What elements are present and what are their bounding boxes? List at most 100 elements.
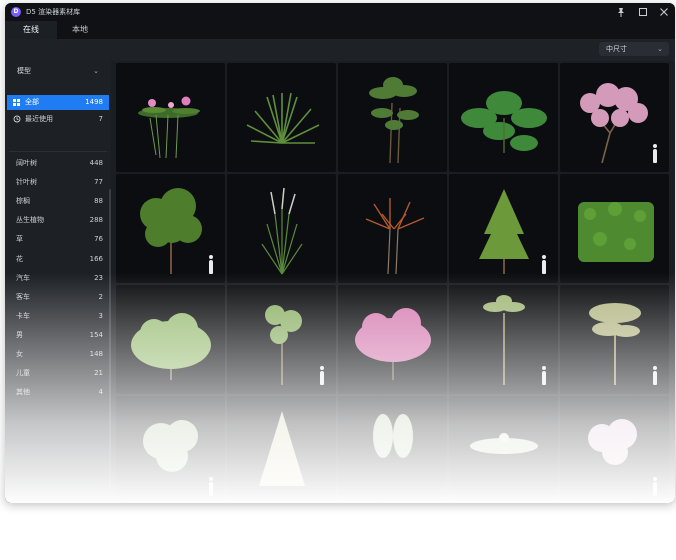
- grid-icon: [13, 95, 20, 112]
- sidebar-item-category[interactable]: 其他 4: [7, 385, 109, 400]
- sidebar-item-count: 21: [94, 369, 103, 378]
- thumbnail-size-value: 中尺寸: [606, 45, 627, 53]
- asset-tile-faded-tree-1[interactable]: [116, 396, 225, 503]
- sidebar-scrollbar[interactable]: [109, 189, 111, 489]
- sidebar: 模型 ⌄ 全部 1498 最近使用 7 阔叶树 448 针叶树 77 棕榈 88 丛生植物 2…: [5, 61, 111, 503]
- human-scale-icon: [542, 255, 546, 274]
- asset-tile-pink-flower-shrub[interactable]: [338, 285, 447, 394]
- sidebar-item-category[interactable]: 花 166: [7, 252, 109, 267]
- tab-bar: 在线 本地: [5, 21, 675, 39]
- asset-tile-monstera[interactable]: [449, 63, 558, 172]
- sidebar-item-category[interactable]: 客车 2: [7, 290, 109, 305]
- faded-pine-thumbnail: [259, 411, 305, 486]
- app-title: D5 渲染器素材库: [26, 8, 81, 16]
- asset-grid: [113, 61, 673, 503]
- asset-tile-conifer-tree[interactable]: [449, 174, 558, 283]
- asset-type-select[interactable]: 模型 ⌄: [9, 63, 107, 79]
- asset-tile-palm-plant[interactable]: [338, 63, 447, 172]
- sidebar-item-label: 丛生植物: [16, 216, 44, 225]
- sidebar-item-category[interactable]: 女 148: [7, 347, 109, 362]
- sidebar-item-count: 4: [98, 388, 103, 397]
- sidebar-item-label: 花: [16, 254, 23, 263]
- human-scale-icon: [209, 477, 213, 496]
- faded-lily-thumbnail: [470, 433, 538, 454]
- title-bar: D D5 渲染器素材库: [5, 3, 675, 21]
- asset-tile-red-cordyline[interactable]: [338, 174, 447, 283]
- sidebar-item-category[interactable]: 针叶树 77: [7, 175, 109, 190]
- sidebar-item-count: 448: [89, 159, 103, 167]
- sidebar-item-recent[interactable]: 最近使用 7: [7, 112, 109, 127]
- sidebar-item-label: 棕榈: [16, 197, 30, 206]
- asset-tile-round-shrub[interactable]: [116, 285, 225, 394]
- sidebar-item-category[interactable]: 棕榈 88: [7, 194, 109, 209]
- sidebar-item-count: 76: [94, 235, 103, 244]
- human-scale-icon: [653, 477, 657, 496]
- sidebar-item-label: 儿童: [16, 369, 30, 378]
- toolbar: 中尺寸 ⌄: [5, 39, 675, 61]
- sidebar-item-label: 其他: [16, 388, 30, 397]
- hedge-thumbnail: [578, 202, 654, 262]
- asset-tile-ornamental-grass[interactable]: [227, 174, 336, 283]
- app-logo-icon: D: [11, 7, 21, 17]
- asset-tile-water-lily[interactable]: [116, 63, 225, 172]
- asset-tile-hedge[interactable]: [560, 174, 669, 283]
- sidebar-item-category[interactable]: 儿童 21: [7, 366, 109, 381]
- sidebar-item-label: 男: [16, 330, 23, 339]
- pin-icon[interactable]: [614, 5, 628, 19]
- asset-tile-faded-lily[interactable]: [449, 396, 558, 503]
- sidebar-item-label: 草: [16, 235, 23, 244]
- agave-grass-thumbnail: [246, 92, 320, 144]
- sidebar-item-category[interactable]: 草 76: [7, 232, 109, 247]
- sidebar-item-count: 7: [98, 115, 103, 123]
- asset-tile-faded-blossom[interactable]: [560, 396, 669, 503]
- sidebar-item-label: 最近使用: [25, 115, 53, 123]
- thumbnail-size-select[interactable]: 中尺寸 ⌄: [599, 42, 669, 56]
- sidebar-item-count: 154: [89, 330, 103, 339]
- palm-plant-thumbnail: [369, 77, 419, 164]
- sidebar-item-label: 客车: [16, 292, 30, 301]
- sidebar-item-category[interactable]: 卡车 3: [7, 309, 109, 324]
- sidebar-item-label: 全部: [25, 98, 39, 106]
- asset-tile-flat-top-tree[interactable]: [560, 285, 669, 394]
- monstera-thumbnail: [461, 91, 547, 153]
- asset-tile-faded-plant[interactable]: [338, 396, 447, 503]
- asset-tile-young-tree[interactable]: [227, 285, 336, 394]
- human-scale-icon: [653, 144, 657, 163]
- close-icon[interactable]: [657, 5, 671, 19]
- human-scale-icon: [542, 366, 546, 385]
- sidebar-item-count: 1498: [85, 98, 103, 106]
- sidebar-item-count: 148: [89, 350, 103, 358]
- sidebar-item-category[interactable]: 男 154: [7, 328, 109, 343]
- human-scale-icon: [209, 255, 213, 274]
- tab-local[interactable]: 本地: [57, 21, 103, 39]
- round-shrub-thumbnail: [131, 313, 211, 380]
- asset-type-value: 模型: [17, 67, 31, 75]
- sidebar-item-count: 3: [98, 311, 103, 320]
- human-scale-icon: [653, 366, 657, 385]
- asset-tile-agave-grass[interactable]: [227, 63, 336, 172]
- faded-plant-thumbnail: [373, 414, 413, 458]
- sidebar-item-count: 288: [89, 216, 103, 225]
- sidebar-item-label: 针叶树: [16, 178, 37, 187]
- chevron-down-icon: ⌄: [93, 67, 99, 75]
- sidebar-item-category[interactable]: 阔叶树 448: [7, 156, 109, 171]
- sidebar-item-label: 女: [16, 350, 23, 358]
- maximize-icon[interactable]: [636, 5, 650, 19]
- tab-online[interactable]: 在线: [5, 21, 57, 39]
- asset-tile-tall-palm[interactable]: [449, 285, 558, 394]
- sidebar-item-category[interactable]: 汽车 23: [7, 271, 109, 286]
- asset-tile-broadleaf-tree[interactable]: [116, 174, 225, 283]
- asset-tile-pink-blossom-tree[interactable]: [560, 63, 669, 172]
- red-cordyline-thumbnail: [365, 198, 425, 275]
- sidebar-item-label: 卡车: [16, 311, 30, 320]
- asset-tile-faded-pine[interactable]: [227, 396, 336, 503]
- water-lily-thumbnail: [138, 96, 200, 159]
- sidebar-item-count: 77: [94, 178, 103, 187]
- sidebar-item-category[interactable]: 丛生植物 288: [7, 213, 109, 228]
- asset-library-window: D D5 渲染器素材库 在线 本地 中尺寸 ⌄ 模型 ⌄ 全部 1498 最近使…: [5, 3, 675, 503]
- sidebar-divider: [9, 151, 107, 152]
- ornamental-grass-thumbnail: [261, 187, 303, 275]
- sidebar-item-all[interactable]: 全部 1498: [7, 95, 109, 110]
- history-icon: [13, 112, 21, 129]
- sidebar-item-label: 阔叶树: [16, 159, 37, 167]
